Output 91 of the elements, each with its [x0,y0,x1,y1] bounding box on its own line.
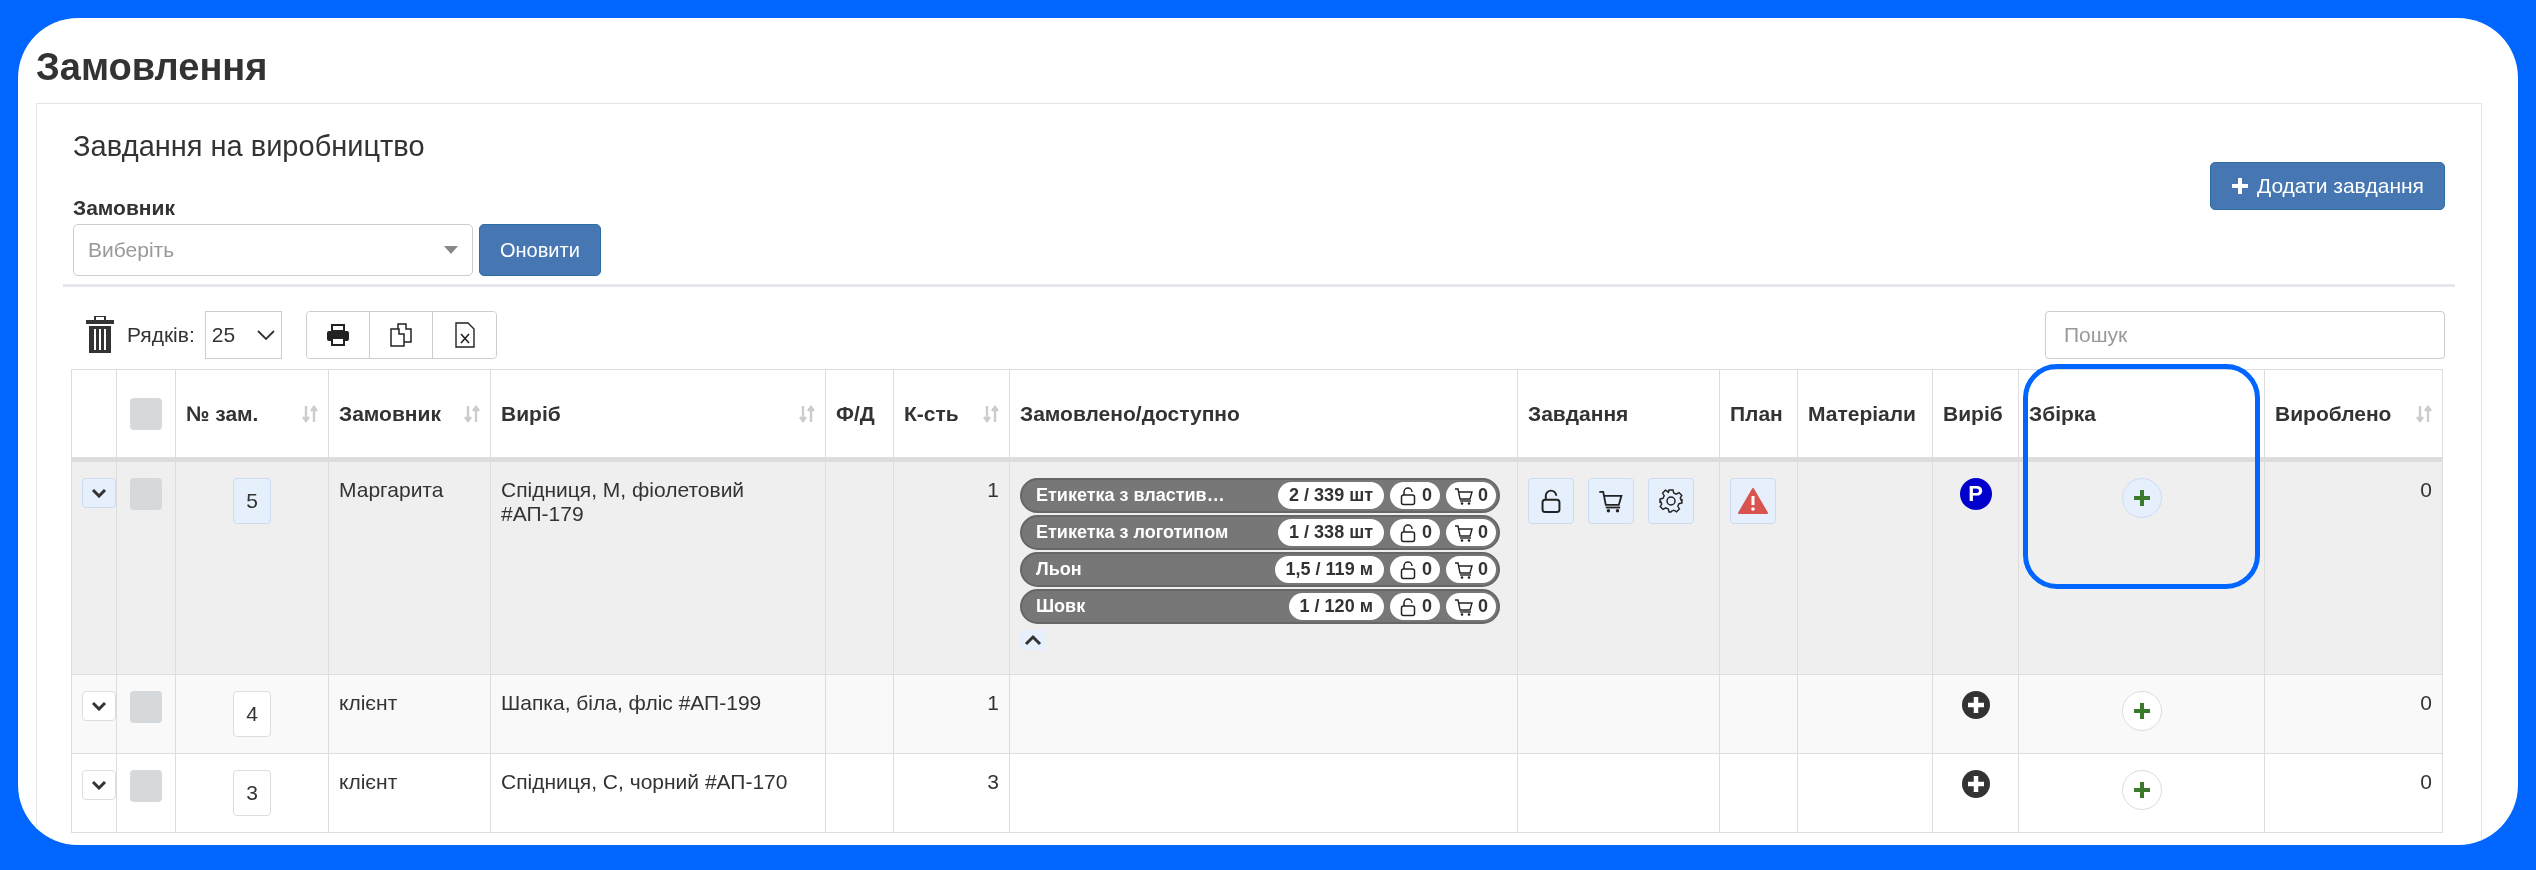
cart-icon [1454,485,1474,506]
column-header: Виріб [1943,401,2003,426]
search-field[interactable]: Пошук [2045,311,2445,359]
plus-icon [2132,489,2151,507]
order-number[interactable]: 4 [233,691,271,737]
add-assembly-button[interactable] [2121,770,2162,810]
plus-icon [2230,177,2249,195]
task-button[interactable] [1648,478,1694,524]
table-cell: 1 [987,478,999,501]
table-cell: 0 [2420,691,2432,714]
column-header: План [1730,401,1783,426]
material-amount: 1,5 / 119 м [1274,556,1384,583]
reserved-count: 0 [1421,522,1432,543]
ordered-count: 0 [1478,596,1488,617]
table-cell: Маргарита [339,478,444,501]
reserved-count: 0 [1421,596,1432,617]
warning-icon [1738,488,1768,514]
column-header: Матеріали [1808,401,1916,426]
material-amount: 1 / 338 шт [1278,519,1384,546]
ordered-count: 0 [1478,559,1488,580]
header-checkbox[interactable] [130,397,162,430]
table-cell: 1 [987,691,999,714]
product-badge[interactable]: P [1959,478,1992,510]
order-number[interactable]: 5 [233,478,271,524]
chevron-down-icon [91,488,107,498]
material-name: Етикетка з логотипом [1036,522,1230,543]
column-header[interactable]: Замовник [339,401,441,426]
chevron-up-icon [1024,634,1042,646]
column-header[interactable]: № зам. [186,401,259,426]
column-header: Збірка [2029,401,2096,426]
ordered-count: 0 [1478,485,1488,506]
table-cell: клієнт [339,691,398,714]
chevron-down-icon [91,780,107,790]
chevron-down-icon [91,701,107,711]
task-button[interactable] [1528,478,1574,524]
table-cell: Спідниця, М, фіолетовий #АП-179 [501,478,745,525]
expand-toggle[interactable] [82,770,116,800]
add-assembly-button[interactable] [2121,478,2162,518]
add-assembly-button[interactable] [2121,691,2162,731]
cart-icon [1454,596,1474,617]
reserved-count: 0 [1421,559,1432,580]
trash-icon[interactable] [85,316,115,354]
column-header[interactable]: Виріб [501,401,561,426]
column-header[interactable]: Вироблено [2275,401,2392,426]
column-header: Завдання [1528,401,1629,426]
row-checkbox[interactable] [130,478,162,510]
collapse-button[interactable] [1020,630,1046,650]
caret-icon [444,246,458,254]
material-amount: 2 / 339 шт [1278,482,1384,509]
panel-title: Завдання на виробництво [73,130,425,163]
column-header: Замовлено/доступно [1020,401,1240,426]
row-checkbox[interactable] [130,770,162,802]
column-header: Ф/Д [836,401,875,426]
plus-circle-icon[interactable] [1961,691,1990,719]
table-cell: 0 [2420,478,2432,501]
plus-icon [2132,781,2151,799]
table-cell: 3 [987,770,999,793]
refresh-button[interactable]: Оновити [479,224,601,276]
chevron-down-icon [257,330,276,340]
task-button[interactable] [1588,478,1634,524]
row-checkbox[interactable] [130,691,162,723]
print-button[interactable] [307,312,371,358]
cart-icon [1454,559,1474,580]
cart-icon [1598,488,1624,514]
ordered-count: 0 [1478,522,1488,543]
table-cell: Шапка, біла, фліс #АП-199 [501,691,762,714]
plus-circle-icon[interactable] [1961,770,1990,798]
plan-warning-button[interactable] [1730,478,1776,524]
column-header[interactable]: К-сть [904,401,959,426]
table-cell: 0 [2420,770,2432,793]
expand-toggle[interactable] [82,478,116,508]
expand-toggle[interactable] [82,691,116,721]
material-amount: 1 / 120 м [1288,593,1384,620]
rows-label: Рядків: [127,323,195,347]
reserved-count: 0 [1421,485,1432,506]
order-number[interactable]: 3 [233,770,271,816]
material-name: Шовк [1036,596,1087,617]
printer-icon [326,324,351,346]
material-name: Етикетка з властив… [1036,485,1226,506]
gear-icon [1658,488,1684,514]
customer-label: Замовник [73,196,175,220]
rows-select[interactable]: 25 [204,311,283,359]
spreadsheet-file-icon [454,322,475,348]
copy-icon [390,323,413,347]
table-cell: Спідниця, С, чорний #АП-170 [501,770,788,793]
add-task-button[interactable]: Додати завдання [2209,162,2445,210]
material-name: Льон [1036,559,1083,580]
page-title: Замовлення [36,46,268,89]
table-cell: клієнт [339,770,398,793]
cart-icon [1454,522,1474,543]
plus-icon [2132,702,2151,720]
